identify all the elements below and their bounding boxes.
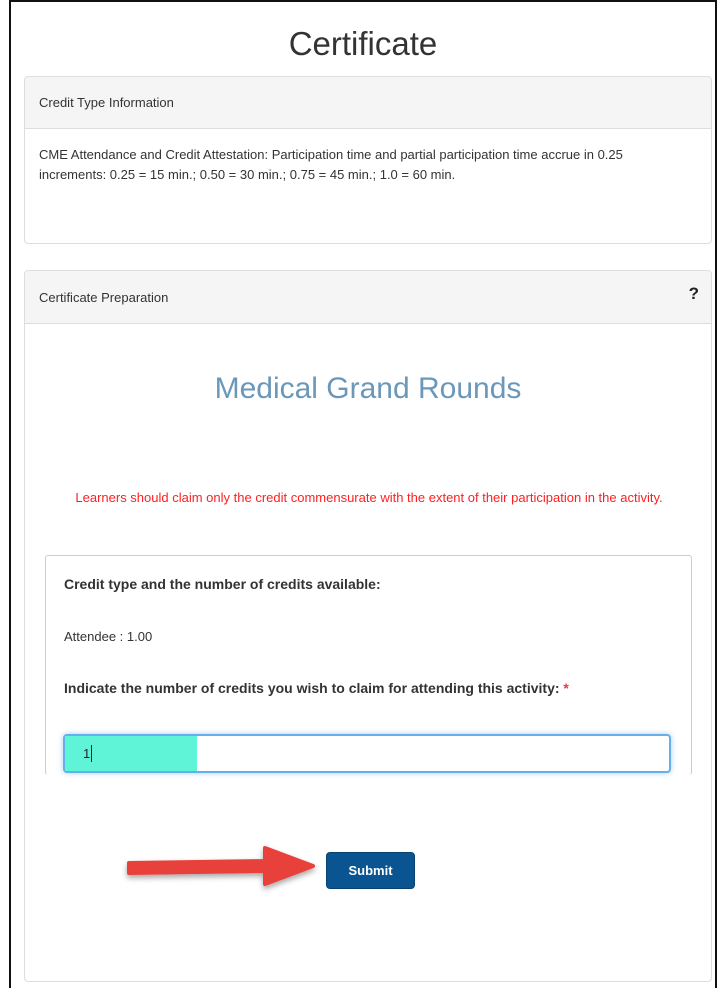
certificate-preparation-panel: Certificate Preparation ? Medical Grand …	[24, 270, 712, 982]
claim-label: Indicate the number of credits you wish …	[64, 677, 664, 699]
page-title: Certificate	[288, 25, 438, 62]
question-mark-icon[interactable]: ?	[689, 284, 699, 304]
credit-available-label: Credit type and the number of credits av…	[64, 576, 381, 592]
certificate-window: Certificate Credit Type Information CME …	[9, 0, 717, 988]
credit-type-body: CME Attendance and Credit Attestation: P…	[39, 147, 623, 182]
credit-type-heading: Credit Type Information	[25, 77, 711, 129]
submit-button[interactable]: Submit	[326, 852, 415, 889]
credit-warning: Learners should claim only the credit co…	[75, 490, 663, 505]
activity-title: Medical Grand Rounds	[214, 372, 522, 405]
credits-claim-input[interactable]	[65, 736, 669, 771]
claim-label-text: Indicate the number of credits you wish …	[64, 680, 560, 696]
text-caret	[91, 745, 92, 762]
credit-input-container[interactable]	[63, 734, 671, 773]
credit-type-panel: Credit Type Information CME Attendance a…	[24, 76, 712, 244]
required-asterisk: *	[563, 680, 569, 696]
attendee-credit-value: Attendee : 1.00	[64, 629, 153, 644]
credit-claim-box: Credit type and the number of credits av…	[45, 555, 692, 775]
red-arrow-icon	[127, 846, 315, 886]
certificate-preparation-heading: Certificate Preparation ?	[25, 271, 711, 324]
certificate-preparation-title: Certificate Preparation	[39, 290, 169, 305]
